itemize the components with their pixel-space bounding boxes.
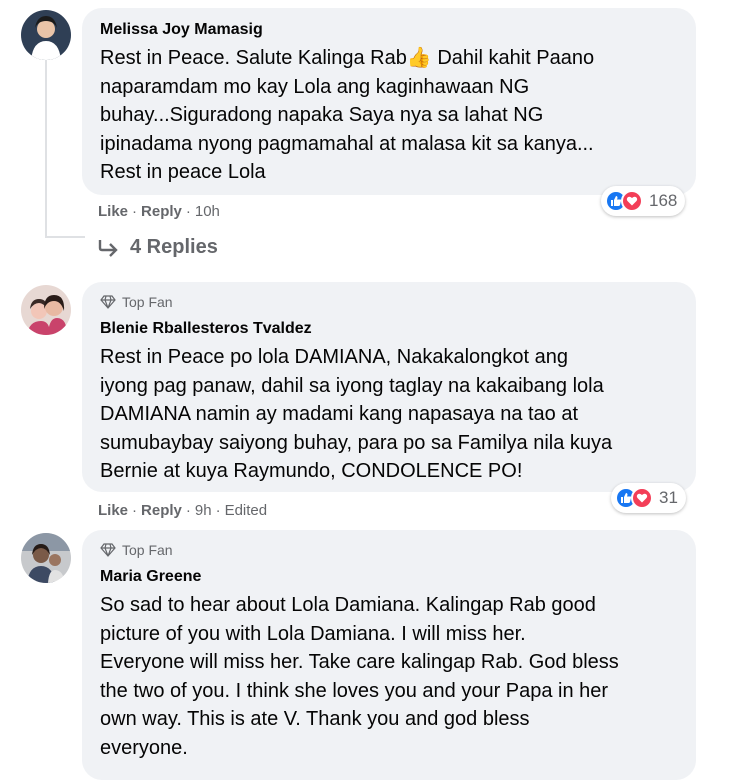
- badge-label: Top Fan: [122, 542, 173, 558]
- comment-line: the two of you. I think she loves you an…: [100, 679, 609, 702]
- separator: ·: [132, 203, 138, 220]
- comment-author[interactable]: Blenie Rballesteros Tvaldez: [100, 320, 312, 338]
- avatar[interactable]: [21, 533, 71, 583]
- comment-line: So sad to hear about Lola Damiana. Kalin…: [100, 594, 596, 616]
- comment-line: naparamdam mo kay Lola ang kaginhawaan N…: [100, 75, 530, 98]
- reply-button[interactable]: Reply: [141, 203, 182, 220]
- comment-line: own way. This is ate V. Thank you and go…: [100, 708, 530, 731]
- love-reaction-icon: [621, 190, 643, 212]
- comment-line: Rest in peace Lola: [100, 161, 266, 184]
- comment-line: picture of you with Lola Damiana. I will…: [100, 622, 526, 645]
- comment-line: Rest in Peace po lola DAMIANA, Nakakalon…: [100, 346, 569, 368]
- edited-label: Edited: [224, 502, 268, 519]
- comment-text: Rest in Peace po lola DAMIANA, Nakakalon…: [100, 343, 612, 486]
- comment-line: everyone.: [100, 736, 188, 759]
- comment-line: Everyone will miss her. Take care kaling…: [100, 651, 619, 674]
- comment-bubble: Top Fan Maria Greene So sad to hear abou…: [82, 530, 696, 780]
- reaction-count: 168: [649, 191, 678, 210]
- view-replies-link[interactable]: 4 Replies: [98, 236, 218, 259]
- thread-line-curve: [45, 236, 85, 238]
- avatar[interactable]: [21, 10, 71, 60]
- comment-bubble: Top Fan Blenie Rballesteros Tvaldez Rest…: [82, 282, 696, 492]
- badge-label: Top Fan: [122, 294, 173, 310]
- comment-text: Rest in Peace. Salute Kalinga Rab👍 Dahil…: [100, 44, 594, 187]
- replies-label: 4 Replies: [130, 236, 218, 258]
- comment-actions: Like · Reply · 10h: [98, 203, 220, 220]
- comment-text: So sad to hear about Lola Damiana. Kalin…: [100, 591, 619, 763]
- comment-author[interactable]: Maria Greene: [100, 568, 201, 586]
- reaction-summary[interactable]: 168: [601, 186, 686, 216]
- diamond-icon: [100, 543, 116, 557]
- separator: ·: [185, 502, 191, 519]
- top-fan-badge: Top Fan: [100, 294, 173, 310]
- comment-line: ipinadama nyong pagmamahal at malasa kit…: [100, 132, 594, 155]
- reply-button[interactable]: Reply: [141, 502, 182, 519]
- comment-bubble: Melissa Joy Mamasig Rest in Peace. Salut…: [82, 8, 696, 195]
- comment-line: Bernie at kuya Raymundo, CONDOLENCE PO!: [100, 460, 523, 483]
- separator: ·: [215, 502, 221, 519]
- comment-line: buhay...Siguradong napaka Saya nya sa la…: [100, 104, 544, 127]
- comment-line: sumubaybay saiyong buhay, para po sa Fam…: [100, 431, 613, 454]
- separator: ·: [185, 203, 191, 220]
- timestamp[interactable]: 9h: [195, 502, 212, 519]
- top-fan-badge: Top Fan: [100, 542, 173, 558]
- reaction-count: 31: [659, 488, 678, 507]
- thread-line: [45, 60, 47, 238]
- like-button[interactable]: Like: [98, 502, 128, 519]
- love-reaction-icon: [631, 487, 653, 509]
- timestamp[interactable]: 10h: [195, 203, 220, 220]
- avatar[interactable]: [21, 285, 71, 335]
- comment-actions: Like · Reply · 9h · Edited: [98, 502, 267, 519]
- comment-author[interactable]: Melissa Joy Mamasig: [100, 21, 263, 39]
- diamond-icon: [100, 295, 116, 309]
- reply-arrow-icon: [98, 239, 118, 257]
- comment-line: DAMIANA namin ay madami kang napasaya na…: [100, 403, 579, 426]
- like-button[interactable]: Like: [98, 203, 128, 220]
- comment-line: iyong pag panaw, dahil sa iyong taglay n…: [100, 374, 604, 397]
- reaction-summary[interactable]: 31: [611, 483, 686, 513]
- comment-line: Rest in Peace. Salute Kalinga Rab👍 Dahil…: [100, 47, 595, 69]
- separator: ·: [132, 502, 138, 519]
